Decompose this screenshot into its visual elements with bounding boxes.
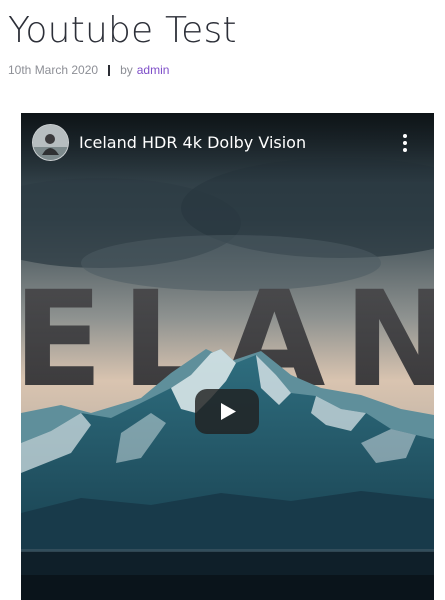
by-label: by bbox=[120, 63, 133, 77]
video-thumbnail: ELAN bbox=[21, 113, 434, 600]
author-link[interactable]: admin bbox=[137, 63, 170, 77]
avatar-image bbox=[33, 125, 68, 160]
channel-avatar[interactable] bbox=[32, 124, 69, 161]
post-meta: 10th March 2020 by admin bbox=[8, 63, 169, 77]
post-date: 10th March 2020 bbox=[8, 63, 99, 77]
video-title[interactable]: Iceland HDR 4k Dolby Vision bbox=[79, 133, 306, 152]
video-title-bar: Iceland HDR 4k Dolby Vision bbox=[21, 113, 434, 183]
play-icon bbox=[221, 403, 236, 420]
post-title: Youtube Test bbox=[8, 10, 237, 51]
meta-separator bbox=[108, 64, 111, 76]
youtube-video-embed[interactable]: ELAN Iceland HDR 4k Dolby Vision bbox=[21, 113, 434, 600]
more-vertical-icon[interactable] bbox=[395, 133, 415, 153]
play-button[interactable] bbox=[195, 389, 259, 434]
